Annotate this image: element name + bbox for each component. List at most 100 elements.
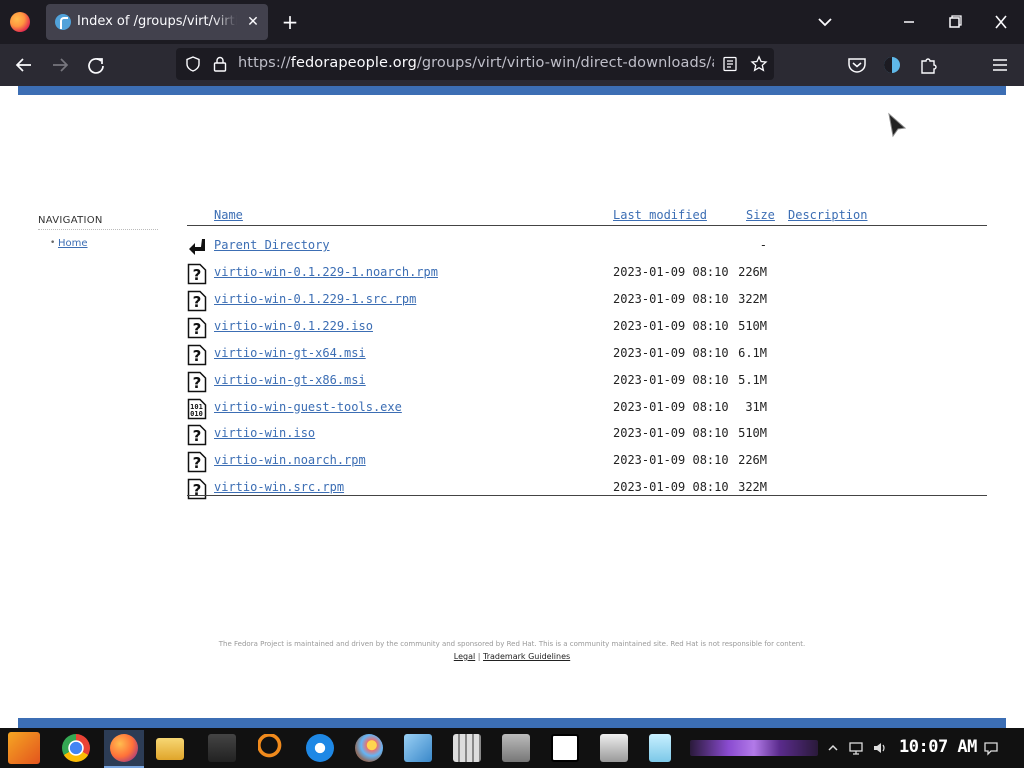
recycle-bin-taskbar-icon[interactable]	[649, 734, 671, 762]
footer-links: Legal | Trademark Guidelines	[0, 652, 1024, 661]
file-name-link[interactable]: virtio-win-guest-tools.exe	[214, 400, 402, 414]
back-arrow-folder-icon	[189, 239, 205, 255]
legal-link[interactable]: Legal	[454, 652, 475, 661]
file-modified-date: 2023-01-09 08:10	[613, 426, 729, 441]
tracking-shield-icon[interactable]	[184, 55, 202, 73]
search-magnifier-taskbar-icon[interactable]	[258, 734, 286, 762]
chrome-taskbar-icon[interactable]	[62, 734, 90, 762]
taskbar-clock[interactable]: 10:07 AM	[899, 737, 977, 757]
svg-text:?: ?	[193, 320, 202, 338]
file-row: ? virtio-win.iso 2023-01-09 08:10 510M	[187, 424, 987, 451]
media-app-taskbar-icon[interactable]	[208, 734, 236, 762]
hamburger-menu-icon[interactable]	[988, 54, 1012, 76]
new-tab-button[interactable]: +	[279, 10, 301, 34]
file-modified-date: 2023-01-09 08:10	[613, 399, 729, 414]
svg-text:?: ?	[193, 347, 202, 365]
file-name-link[interactable]: virtio-win.src.rpm	[214, 480, 344, 494]
firefox-logo-icon[interactable]	[10, 12, 30, 32]
svg-text:010: 010	[190, 410, 203, 418]
tab-bar: Index of /groups/virt/virtio-win/direct-…	[0, 0, 1024, 44]
last-modified-column-header[interactable]: Last modified	[613, 208, 707, 222]
file-row: ? virtio-win-0.1.229-1.src.rpm 2023-01-09 …	[187, 290, 987, 317]
file-row: ? virtio-win-gt-x64.msi 2023-01-09 08:10 6.…	[187, 344, 987, 371]
svg-text:?: ?	[193, 481, 202, 499]
7zip-taskbar-icon[interactable]	[551, 734, 579, 762]
footer-separator: |	[477, 652, 481, 661]
description-column-header[interactable]: Description	[788, 208, 867, 222]
back-arrow-icon[interactable]	[12, 54, 36, 76]
restore-icon[interactable]	[944, 12, 966, 32]
lock-icon[interactable]	[212, 55, 228, 73]
svg-text:?: ?	[193, 374, 202, 392]
url-domain: fedorapeople.org	[290, 55, 417, 71]
home-link[interactable]: Home	[58, 238, 88, 249]
svg-text:?: ?	[193, 454, 202, 472]
bullet-icon: •	[50, 238, 56, 248]
volume-tray-icon[interactable]	[872, 740, 888, 756]
tray-chevron-up-icon[interactable]	[825, 740, 841, 756]
file-modified-date: 2023-01-09 08:10	[613, 372, 729, 387]
file-modified-date: 2023-01-09 08:10	[613, 318, 729, 333]
file-modified-date: 2023-01-09 08:10	[613, 265, 729, 279]
reader-view-icon[interactable]	[722, 56, 738, 72]
extensions-puzzle-icon[interactable]	[917, 54, 941, 76]
size-column-header[interactable]: Size	[746, 208, 775, 222]
name-column-header[interactable]: Name	[214, 208, 243, 222]
binary-file-icon: 101 010	[187, 398, 207, 420]
tab-active[interactable]: Index of /groups/virt/virtio-win/direct-…	[46, 4, 268, 40]
fedora-header-bar	[18, 86, 1006, 95]
notifications-icon[interactable]	[983, 740, 999, 756]
url-bar[interactable]: https://fedorapeople.org/groups/virt/vir…	[176, 48, 774, 80]
reload-icon[interactable]	[84, 54, 108, 76]
file-size: 510M	[738, 318, 767, 333]
trademark-guidelines-link[interactable]: Trademark Guidelines	[483, 652, 570, 661]
file-modified-date: 2023-01-09 08:10	[613, 345, 729, 360]
file-size: 322M	[738, 480, 767, 495]
internet-explorer-taskbar-icon[interactable]	[306, 734, 334, 762]
taskbar-decoration	[690, 740, 818, 756]
window-close-icon[interactable]	[990, 12, 1012, 32]
parent-directory-link[interactable]: Parent Directory	[214, 238, 330, 252]
forward-arrow-icon[interactable]	[48, 54, 72, 76]
unknown-file-icon: ?	[187, 317, 207, 339]
start-button-icon[interactable]	[8, 732, 40, 764]
network-taskbar-icon[interactable]	[502, 734, 530, 762]
file-name-link[interactable]: virtio-win-gt-x64.msi	[214, 346, 366, 360]
file-size: 6.1M	[738, 345, 767, 360]
parent-directory-row: Parent Directory -	[187, 236, 987, 263]
file-name-link[interactable]: virtio-win-0.1.229.iso	[214, 319, 373, 333]
file-name-link[interactable]: virtio-win.iso	[214, 426, 315, 440]
file-explorer-taskbar-icon[interactable]	[156, 738, 184, 760]
firefox-taskbar-icon[interactable]	[110, 734, 138, 762]
unknown-file-icon: ?	[187, 451, 207, 473]
file-size: 226M	[738, 265, 767, 279]
bookmark-star-icon[interactable]	[750, 55, 768, 73]
file-row: ? virtio-win-0.1.229.iso 2023-01-09 08:10 5…	[187, 317, 987, 344]
file-size: 5.1M	[738, 372, 767, 387]
file-row: ? virtio-win-gt-x86.msi 2023-01-09 08:10 5.…	[187, 371, 987, 398]
file-name-link[interactable]: virtio-win-0.1.229-1.src.rpm	[214, 292, 416, 306]
file-row: 101 010 virtio-win-guest-tools.exe 2023-01-…	[187, 398, 987, 425]
file-name-link[interactable]: virtio-win-gt-x86.msi	[214, 373, 366, 387]
file-name-link[interactable]: virtio-win.noarch.rpm	[214, 453, 366, 467]
unknown-file-icon: ?	[187, 371, 207, 393]
footer-rule	[187, 495, 987, 496]
dark-reader-extension-icon[interactable]	[880, 54, 904, 76]
installer-taskbar-icon[interactable]	[600, 734, 628, 762]
file-modified-date: 2023-01-09 08:10	[613, 480, 729, 495]
url-text[interactable]: https://fedorapeople.org/groups/virt/vir…	[238, 55, 714, 71]
nav-bar: https://fedorapeople.org/groups/virt/vir…	[0, 44, 1024, 86]
unknown-file-icon: ?	[187, 263, 207, 285]
tab-close-icon[interactable]: ✕	[244, 12, 262, 32]
calculator-taskbar-icon[interactable]	[453, 734, 481, 762]
minimize-icon[interactable]	[898, 12, 920, 32]
parent-size: -	[759, 238, 767, 252]
network-tray-icon[interactable]	[848, 740, 864, 756]
list-tabs-chevron-icon[interactable]	[815, 12, 835, 32]
url-prefix: https://	[238, 55, 291, 71]
svg-text:?: ?	[193, 427, 202, 445]
file-name-link[interactable]: virtio-win-0.1.229-1.noarch.rpm	[214, 265, 438, 279]
paint-taskbar-icon[interactable]	[355, 734, 383, 762]
notes-taskbar-icon[interactable]	[404, 734, 432, 762]
pocket-icon[interactable]	[845, 54, 869, 76]
